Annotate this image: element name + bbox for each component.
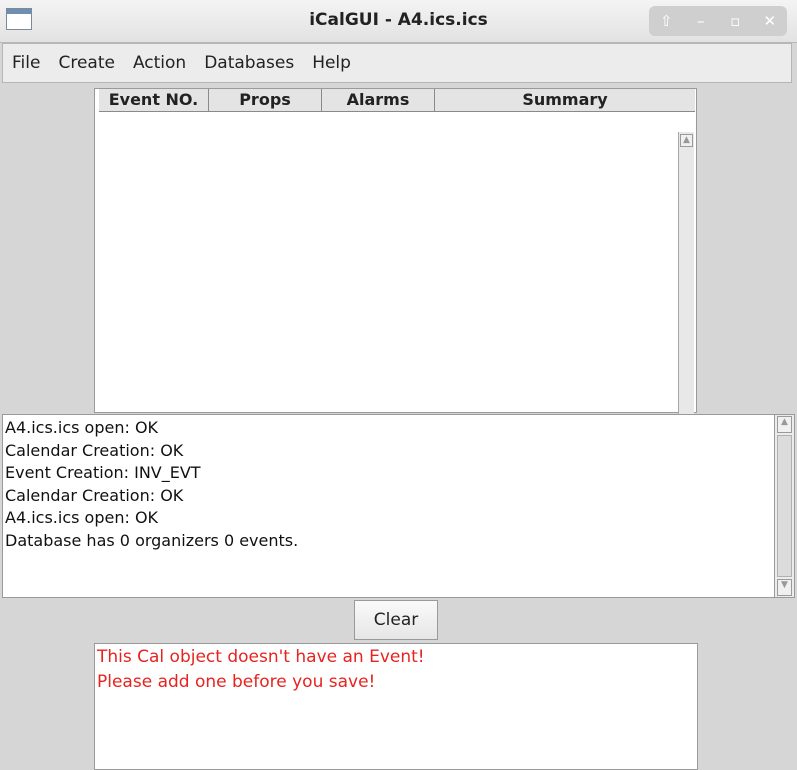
log-line: Calendar Creation: OK bbox=[5, 485, 184, 505]
menu-databases[interactable]: Databases bbox=[195, 44, 303, 82]
close-icon[interactable]: ✕ bbox=[758, 12, 782, 30]
message-text: This Cal object doesn't have an Event! P… bbox=[97, 645, 425, 695]
log-line: A4.ics.ics open: OK bbox=[5, 418, 159, 437]
scroll-thumb[interactable] bbox=[777, 435, 792, 577]
scroll-down-icon[interactable]: ▼ bbox=[777, 579, 792, 596]
scroll-up-icon[interactable]: ▲ bbox=[777, 416, 792, 433]
minimize-icon[interactable]: – bbox=[689, 12, 713, 30]
menu-create[interactable]: Create bbox=[49, 44, 124, 82]
column-header-alarms[interactable]: Alarms bbox=[322, 89, 435, 111]
table-scrollbar[interactable]: ▲ bbox=[678, 132, 694, 414]
message-line: This Cal object doesn't have an Event! bbox=[97, 647, 425, 667]
log-line: A4.ics.ics open: OK bbox=[5, 508, 159, 528]
clear-button[interactable]: Clear bbox=[354, 600, 438, 640]
events-table: Event NO. Props Alarms Summary ▲ bbox=[94, 88, 697, 414]
column-header-event-no[interactable]: Event NO. bbox=[99, 89, 209, 111]
message-line: Please add one before you save! bbox=[97, 672, 376, 692]
log-line: Database has 0 organizers 0 events. bbox=[5, 530, 299, 550]
title-bar: iCalGUI - A4.ics.ics ⇧ – ▫ ✕ bbox=[0, 0, 797, 43]
status-log[interactable]: A4.ics.ics open: OK Calendar Creation: O… bbox=[2, 414, 795, 598]
shade-icon[interactable]: ⇧ bbox=[654, 12, 678, 30]
message-panel[interactable]: This Cal object doesn't have an Event! P… bbox=[94, 643, 698, 770]
menu-file[interactable]: File bbox=[3, 44, 49, 82]
log-line: Event Creation: INV_EVT bbox=[5, 463, 201, 483]
menu-bar: File Create Action Databases Help bbox=[2, 43, 792, 83]
table-header: Event NO. Props Alarms Summary bbox=[99, 89, 695, 112]
log-scrollbar[interactable]: ▲ ▼ bbox=[774, 415, 794, 597]
scroll-up-icon[interactable]: ▲ bbox=[680, 134, 693, 147]
column-header-summary[interactable]: Summary bbox=[435, 89, 695, 111]
column-header-props[interactable]: Props bbox=[209, 89, 322, 111]
log-text: A4.ics.ics open: OK Calendar Creation: O… bbox=[5, 417, 298, 553]
log-line: Calendar Creation: OK bbox=[5, 440, 184, 460]
maximize-icon[interactable]: ▫ bbox=[723, 12, 747, 30]
menu-action[interactable]: Action bbox=[124, 44, 195, 82]
menu-help[interactable]: Help bbox=[303, 44, 360, 82]
window-controls: ⇧ – ▫ ✕ bbox=[649, 6, 787, 36]
